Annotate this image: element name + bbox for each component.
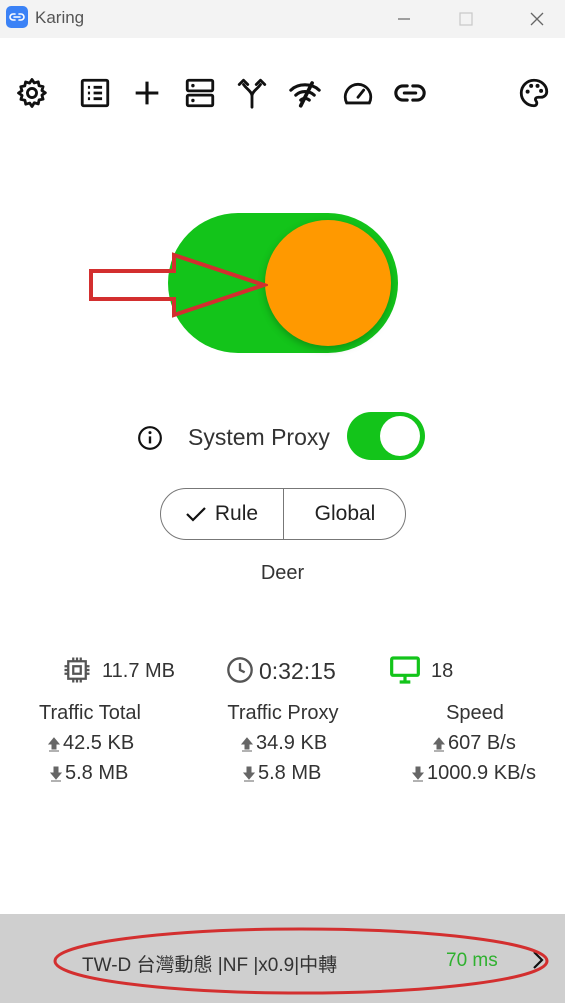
speedometer-icon[interactable] [339, 74, 377, 112]
upload-icon [240, 736, 254, 751]
link-icon[interactable] [391, 74, 429, 112]
connection-count: 18 [431, 660, 454, 682]
download-icon [49, 766, 63, 781]
profile-name[interactable]: Deer [0, 562, 565, 585]
gear-icon[interactable] [13, 74, 51, 112]
traffic-total-down: 5.8 MB [49, 762, 128, 785]
split-icon[interactable] [233, 74, 271, 112]
main-switch-knob[interactable] [265, 220, 391, 346]
app-logo-icon [6, 6, 28, 28]
rule-mode-label: Rule [214, 502, 259, 525]
list-icon[interactable] [76, 74, 114, 112]
traffic-total-up: 42.5 KB [47, 732, 134, 755]
minimize-button[interactable] [381, 0, 427, 38]
plus-icon[interactable] [128, 74, 166, 112]
ellipse-annotation [53, 927, 549, 995]
upload-icon [47, 736, 61, 751]
connection-duration: 0:32:15 [259, 658, 336, 684]
system-proxy-toggle-knob[interactable] [380, 416, 420, 456]
speed-label: Speed [446, 702, 504, 724]
download-icon [411, 766, 425, 781]
clock-icon [227, 657, 253, 683]
system-proxy-label: System Proxy [188, 424, 330, 450]
server-icon[interactable] [181, 74, 219, 112]
title-bar: Karing [0, 0, 565, 38]
wifi-slash-icon[interactable] [286, 74, 324, 112]
check-icon [186, 507, 206, 522]
speed-up: 607 B/s [432, 732, 516, 755]
window-title: Karing [35, 8, 85, 27]
rule-mode-button[interactable]: Rule [160, 488, 283, 540]
palette-icon[interactable] [515, 74, 553, 112]
traffic-proxy-down: 5.8 MB [242, 762, 321, 785]
upload-icon [432, 736, 446, 751]
traffic-proxy-label: Traffic Proxy [227, 702, 339, 724]
download-icon [242, 766, 256, 781]
arrow-annotation [89, 252, 268, 318]
maximize-button[interactable] [443, 0, 489, 38]
monitor-icon [390, 656, 420, 684]
global-mode-button[interactable]: Global [284, 488, 406, 540]
traffic-proxy-up: 34.9 KB [240, 732, 327, 755]
traffic-total-label: Traffic Total [39, 702, 141, 724]
info-icon[interactable] [137, 425, 163, 451]
global-mode-label: Global [314, 502, 376, 525]
speed-down: 1000.9 KB/s [411, 762, 536, 785]
close-button[interactable] [514, 0, 560, 38]
memory-usage: 11.7 MB [102, 660, 175, 682]
chip-icon [64, 657, 90, 683]
